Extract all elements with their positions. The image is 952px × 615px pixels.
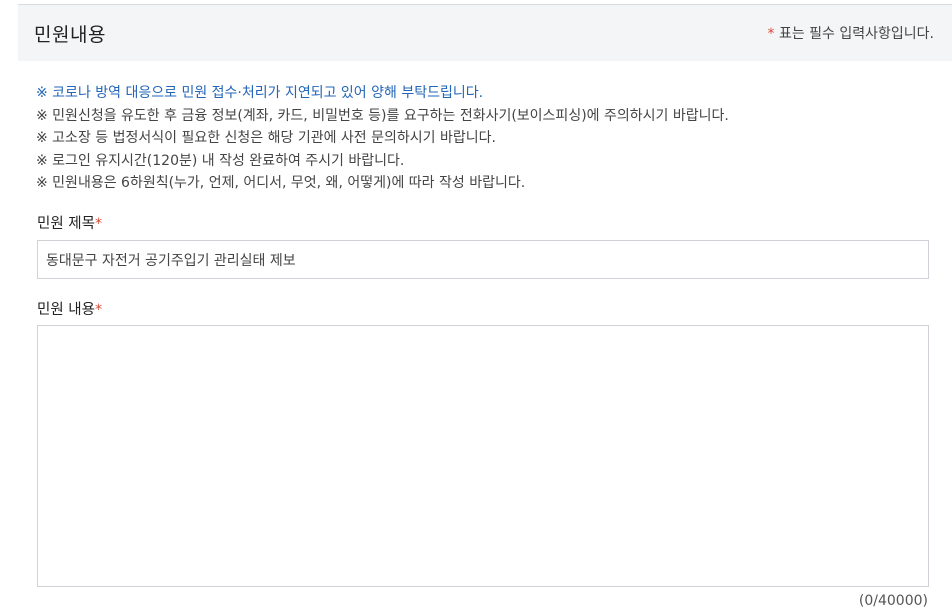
notice-item-phishing: ※ 민원신청을 유도한 후 금융 정보(계좌, 카드, 비밀번호 등)를 요구하…: [36, 107, 729, 124]
complaint-content-label-text: 민원 내용: [37, 302, 95, 318]
required-note-text: 표는 필수 입력사항입니다.: [774, 26, 934, 42]
notice-item-login-time: ※ 로그인 유지시간(120분) 내 작성 완료하여 주시기 바랍니다.: [36, 152, 405, 169]
complaint-title-label-text: 민원 제목: [37, 216, 95, 232]
complaint-title-input[interactable]: [37, 240, 929, 279]
notice-list: ※ 코로나 방역 대응으로 민원 접수·처리가 지연되고 있어 양해 부탁드립니…: [36, 82, 936, 195]
notice-item-covid: ※ 코로나 방역 대응으로 민원 접수·처리가 지연되고 있어 양해 부탁드립니…: [36, 85, 484, 101]
required-fields-note: * 표는 필수 입력사항입니다.: [768, 23, 934, 43]
complaint-content-label: 민원 내용*: [37, 298, 102, 319]
required-star: *: [94, 302, 103, 318]
section-title: 민원내용: [34, 24, 106, 46]
section-header: 민원내용 * 표는 필수 입력사항입니다.: [18, 4, 952, 61]
required-star: *: [94, 216, 103, 232]
complaint-content-textarea[interactable]: [37, 325, 929, 587]
notice-item-legal-forms: ※ 고소장 등 법정서식이 필요한 신청은 해당 기관에 사전 문의하시기 바랍…: [36, 130, 496, 146]
complaint-title-label: 민원 제목*: [37, 212, 102, 233]
notice-item-writing-guide: ※ 민원내용은 6하원칙(누가, 언제, 어디서, 무엇, 왜, 어떻게)에 따…: [36, 175, 526, 191]
character-counter: (0/40000): [858, 593, 928, 609]
required-star: *: [767, 26, 775, 42]
